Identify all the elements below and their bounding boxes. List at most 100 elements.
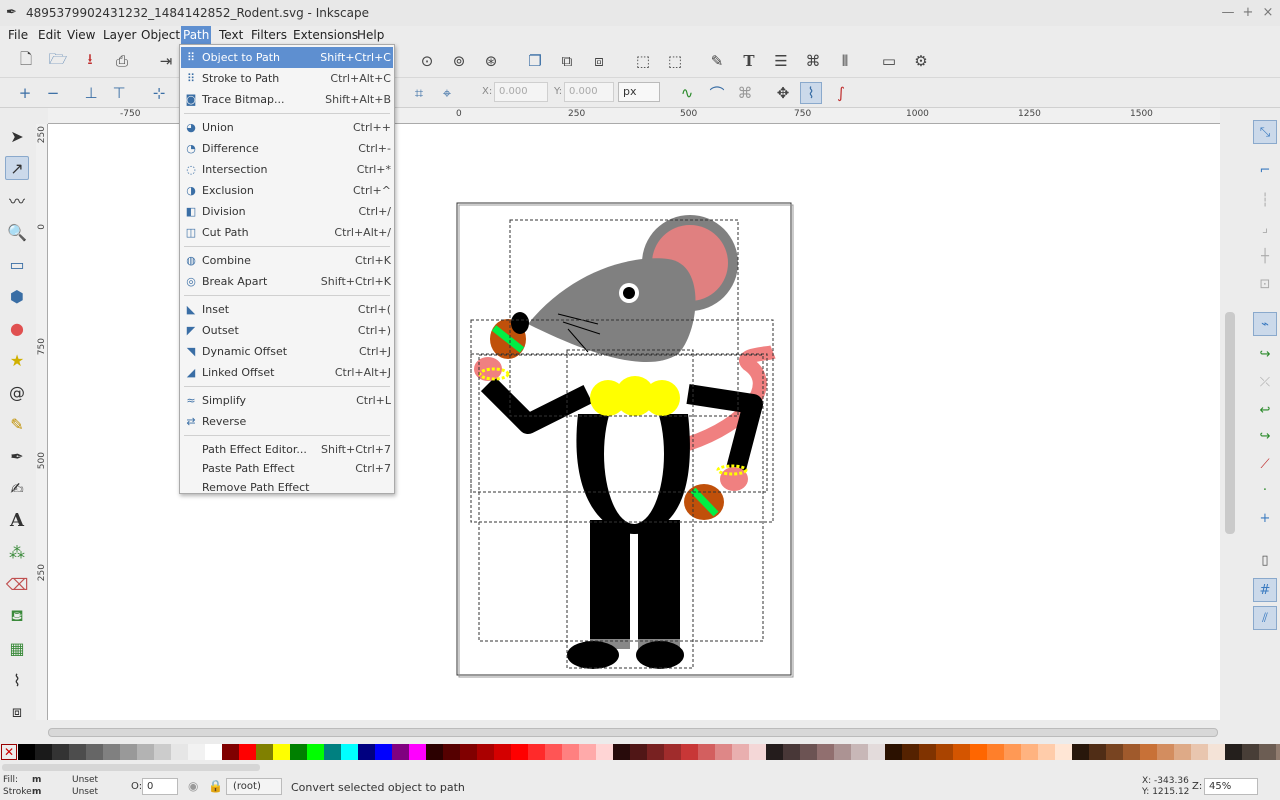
lock-layer-icon[interactable]: 🔒 <box>208 779 223 793</box>
menu-item-path-effect-editor[interactable]: Path Effect Editor... Shift+Ctrl+7 <box>181 439 393 460</box>
text-font-icon[interactable]: T <box>738 50 760 72</box>
show-outline-icon[interactable]: ∫ <box>830 82 852 104</box>
menu-item-outset[interactable]: ◤ Outset Ctrl+) <box>181 320 393 341</box>
color-swatch[interactable] <box>817 744 834 760</box>
clone-icon[interactable]: ⧉ <box>556 50 578 72</box>
snap-toggle-icon[interactable]: ⤡ <box>1253 120 1277 144</box>
color-swatch[interactable] <box>783 744 800 760</box>
pen-tool-icon[interactable]: ✒ <box>5 444 29 468</box>
menu-edit[interactable]: Edit <box>36 28 63 42</box>
color-swatch[interactable] <box>324 744 341 760</box>
color-swatch[interactable] <box>1021 744 1038 760</box>
color-swatch[interactable] <box>834 744 851 760</box>
menu-item-stroke-to-path[interactable]: ⠿ Stroke to Path Ctrl+Alt+C <box>181 68 393 89</box>
menu-layer[interactable]: Layer <box>101 28 138 42</box>
object-to-path-tool-icon[interactable]: ⌗ <box>408 82 430 104</box>
save-icon[interactable]: ⭳ <box>79 50 101 72</box>
menu-item-exclusion[interactable]: ◑ Exclusion Ctrl+^ <box>181 180 393 201</box>
delete-node-icon[interactable]: − <box>42 82 64 104</box>
unlink-clone-icon[interactable]: ⧈ <box>588 50 610 72</box>
ellipse-tool-icon[interactable]: ● <box>5 316 29 340</box>
color-swatch[interactable] <box>86 744 103 760</box>
menu-text[interactable]: Text <box>217 28 245 42</box>
gradient-tool-icon[interactable]: ▦ <box>5 636 29 660</box>
snap-smooth-nodes-icon[interactable]: ↪ <box>1253 424 1277 448</box>
zoom-drawing-icon[interactable]: ⊚ <box>448 50 470 72</box>
close-button[interactable]: × <box>1260 5 1276 20</box>
color-swatch[interactable] <box>851 744 868 760</box>
color-swatch[interactable] <box>188 744 205 760</box>
menu-item-union[interactable]: ◕ Union Ctrl++ <box>181 117 393 138</box>
color-swatch[interactable] <box>596 744 613 760</box>
path-clip-icon[interactable]: ⌒ <box>706 82 728 104</box>
fill-stroke-icon[interactable]: ✎ <box>706 50 728 72</box>
color-swatch[interactable] <box>137 744 154 760</box>
color-swatch[interactable] <box>18 744 35 760</box>
menu-item-cut-path[interactable]: ◫ Cut Path Ctrl+Alt+/ <box>181 222 393 243</box>
vertical-scrollbar[interactable] <box>1222 124 1238 728</box>
palette-scroll-thumb[interactable] <box>2 764 260 771</box>
stroke-to-path-tool-icon[interactable]: ⌖ <box>436 82 458 104</box>
color-swatch[interactable] <box>494 744 511 760</box>
color-swatch[interactable] <box>681 744 698 760</box>
group-icon[interactable]: ⬚ <box>632 50 654 72</box>
menu-item-inset[interactable]: ◣ Inset Ctrl+( <box>181 299 393 320</box>
stroke-state[interactable]: Unset <box>72 787 98 797</box>
color-swatch[interactable] <box>1004 744 1021 760</box>
color-swatch[interactable] <box>732 744 749 760</box>
menu-path[interactable]: Path <box>181 26 212 44</box>
menu-object[interactable]: Object <box>139 28 182 42</box>
color-swatch[interactable] <box>1038 744 1055 760</box>
preferences-icon[interactable]: ⚙ <box>910 50 932 72</box>
color-swatch[interactable] <box>579 744 596 760</box>
rectangle-tool-icon[interactable]: ▭ <box>5 252 29 276</box>
fill-indicator[interactable]: m <box>32 775 41 785</box>
color-swatch[interactable] <box>256 744 273 760</box>
color-swatch[interactable] <box>426 744 443 760</box>
color-swatch[interactable] <box>103 744 120 760</box>
snap-page-border-icon[interactable]: ▯ <box>1253 548 1277 572</box>
menu-filters[interactable]: Filters <box>249 28 289 42</box>
color-swatch[interactable] <box>630 744 647 760</box>
menu-item-linked-offset[interactable]: ◢ Linked Offset Ctrl+Alt+J <box>181 362 393 383</box>
color-swatch[interactable] <box>205 744 222 760</box>
menu-item-combine[interactable]: ◍ Combine Ctrl+K <box>181 250 393 271</box>
horizontal-scrollbar[interactable] <box>48 724 1220 740</box>
selector-tool-icon[interactable]: ➤ <box>5 124 29 148</box>
color-swatch[interactable] <box>1191 744 1208 760</box>
snap-nodes-icon[interactable]: ⌁ <box>1253 312 1277 336</box>
stroke-indicator[interactable]: m <box>32 787 41 797</box>
align-distribute-icon[interactable]: ⫴ <box>834 50 856 72</box>
color-swatch[interactable] <box>1174 744 1191 760</box>
ungroup-icon[interactable]: ⬚ <box>664 50 686 72</box>
menu-item-trace-bitmap[interactable]: ◙ Trace Bitmap... Shift+Alt+B <box>181 89 393 110</box>
color-swatch[interactable] <box>273 744 290 760</box>
color-swatch[interactable] <box>290 744 307 760</box>
color-swatch[interactable] <box>715 744 732 760</box>
color-swatch[interactable] <box>460 744 477 760</box>
snap-intersections-icon[interactable]: ⤫ <box>1253 370 1277 394</box>
menu-item-simplify[interactable]: ≈ Simplify Ctrl+L <box>181 390 393 411</box>
color-swatch[interactable] <box>613 744 630 760</box>
color-swatch[interactable] <box>528 744 545 760</box>
text-tool-icon[interactable]: A <box>5 508 29 532</box>
color-swatch[interactable] <box>1208 744 1225 760</box>
3d-box-tool-icon[interactable]: ⬢ <box>5 284 29 308</box>
tweak-tool-icon[interactable]: 〰 <box>5 188 29 212</box>
calligraphy-tool-icon[interactable]: ✍ <box>5 476 29 500</box>
snap-bbox-center-icon[interactable]: ⊡ <box>1253 272 1277 296</box>
path-mask-icon[interactable]: ⌘ <box>734 82 756 104</box>
vertical-scroll-thumb[interactable] <box>1225 312 1235 534</box>
color-swatch[interactable] <box>1072 744 1089 760</box>
horizontal-scroll-thumb[interactable] <box>48 728 1218 737</box>
duplicate-icon[interactable]: ❐ <box>524 50 546 72</box>
x-coordinate-field[interactable]: 0.000 <box>494 82 548 102</box>
import-icon[interactable]: ⇥ <box>155 50 177 72</box>
zoom-page-icon[interactable]: ⊛ <box>480 50 502 72</box>
layer-select[interactable]: (root) <box>226 778 282 795</box>
color-swatch[interactable] <box>562 744 579 760</box>
snap-grid-icon[interactable]: # <box>1253 578 1277 602</box>
color-swatch[interactable] <box>511 744 528 760</box>
palette-scrollbar[interactable] <box>0 762 1280 772</box>
color-swatch[interactable] <box>443 744 460 760</box>
